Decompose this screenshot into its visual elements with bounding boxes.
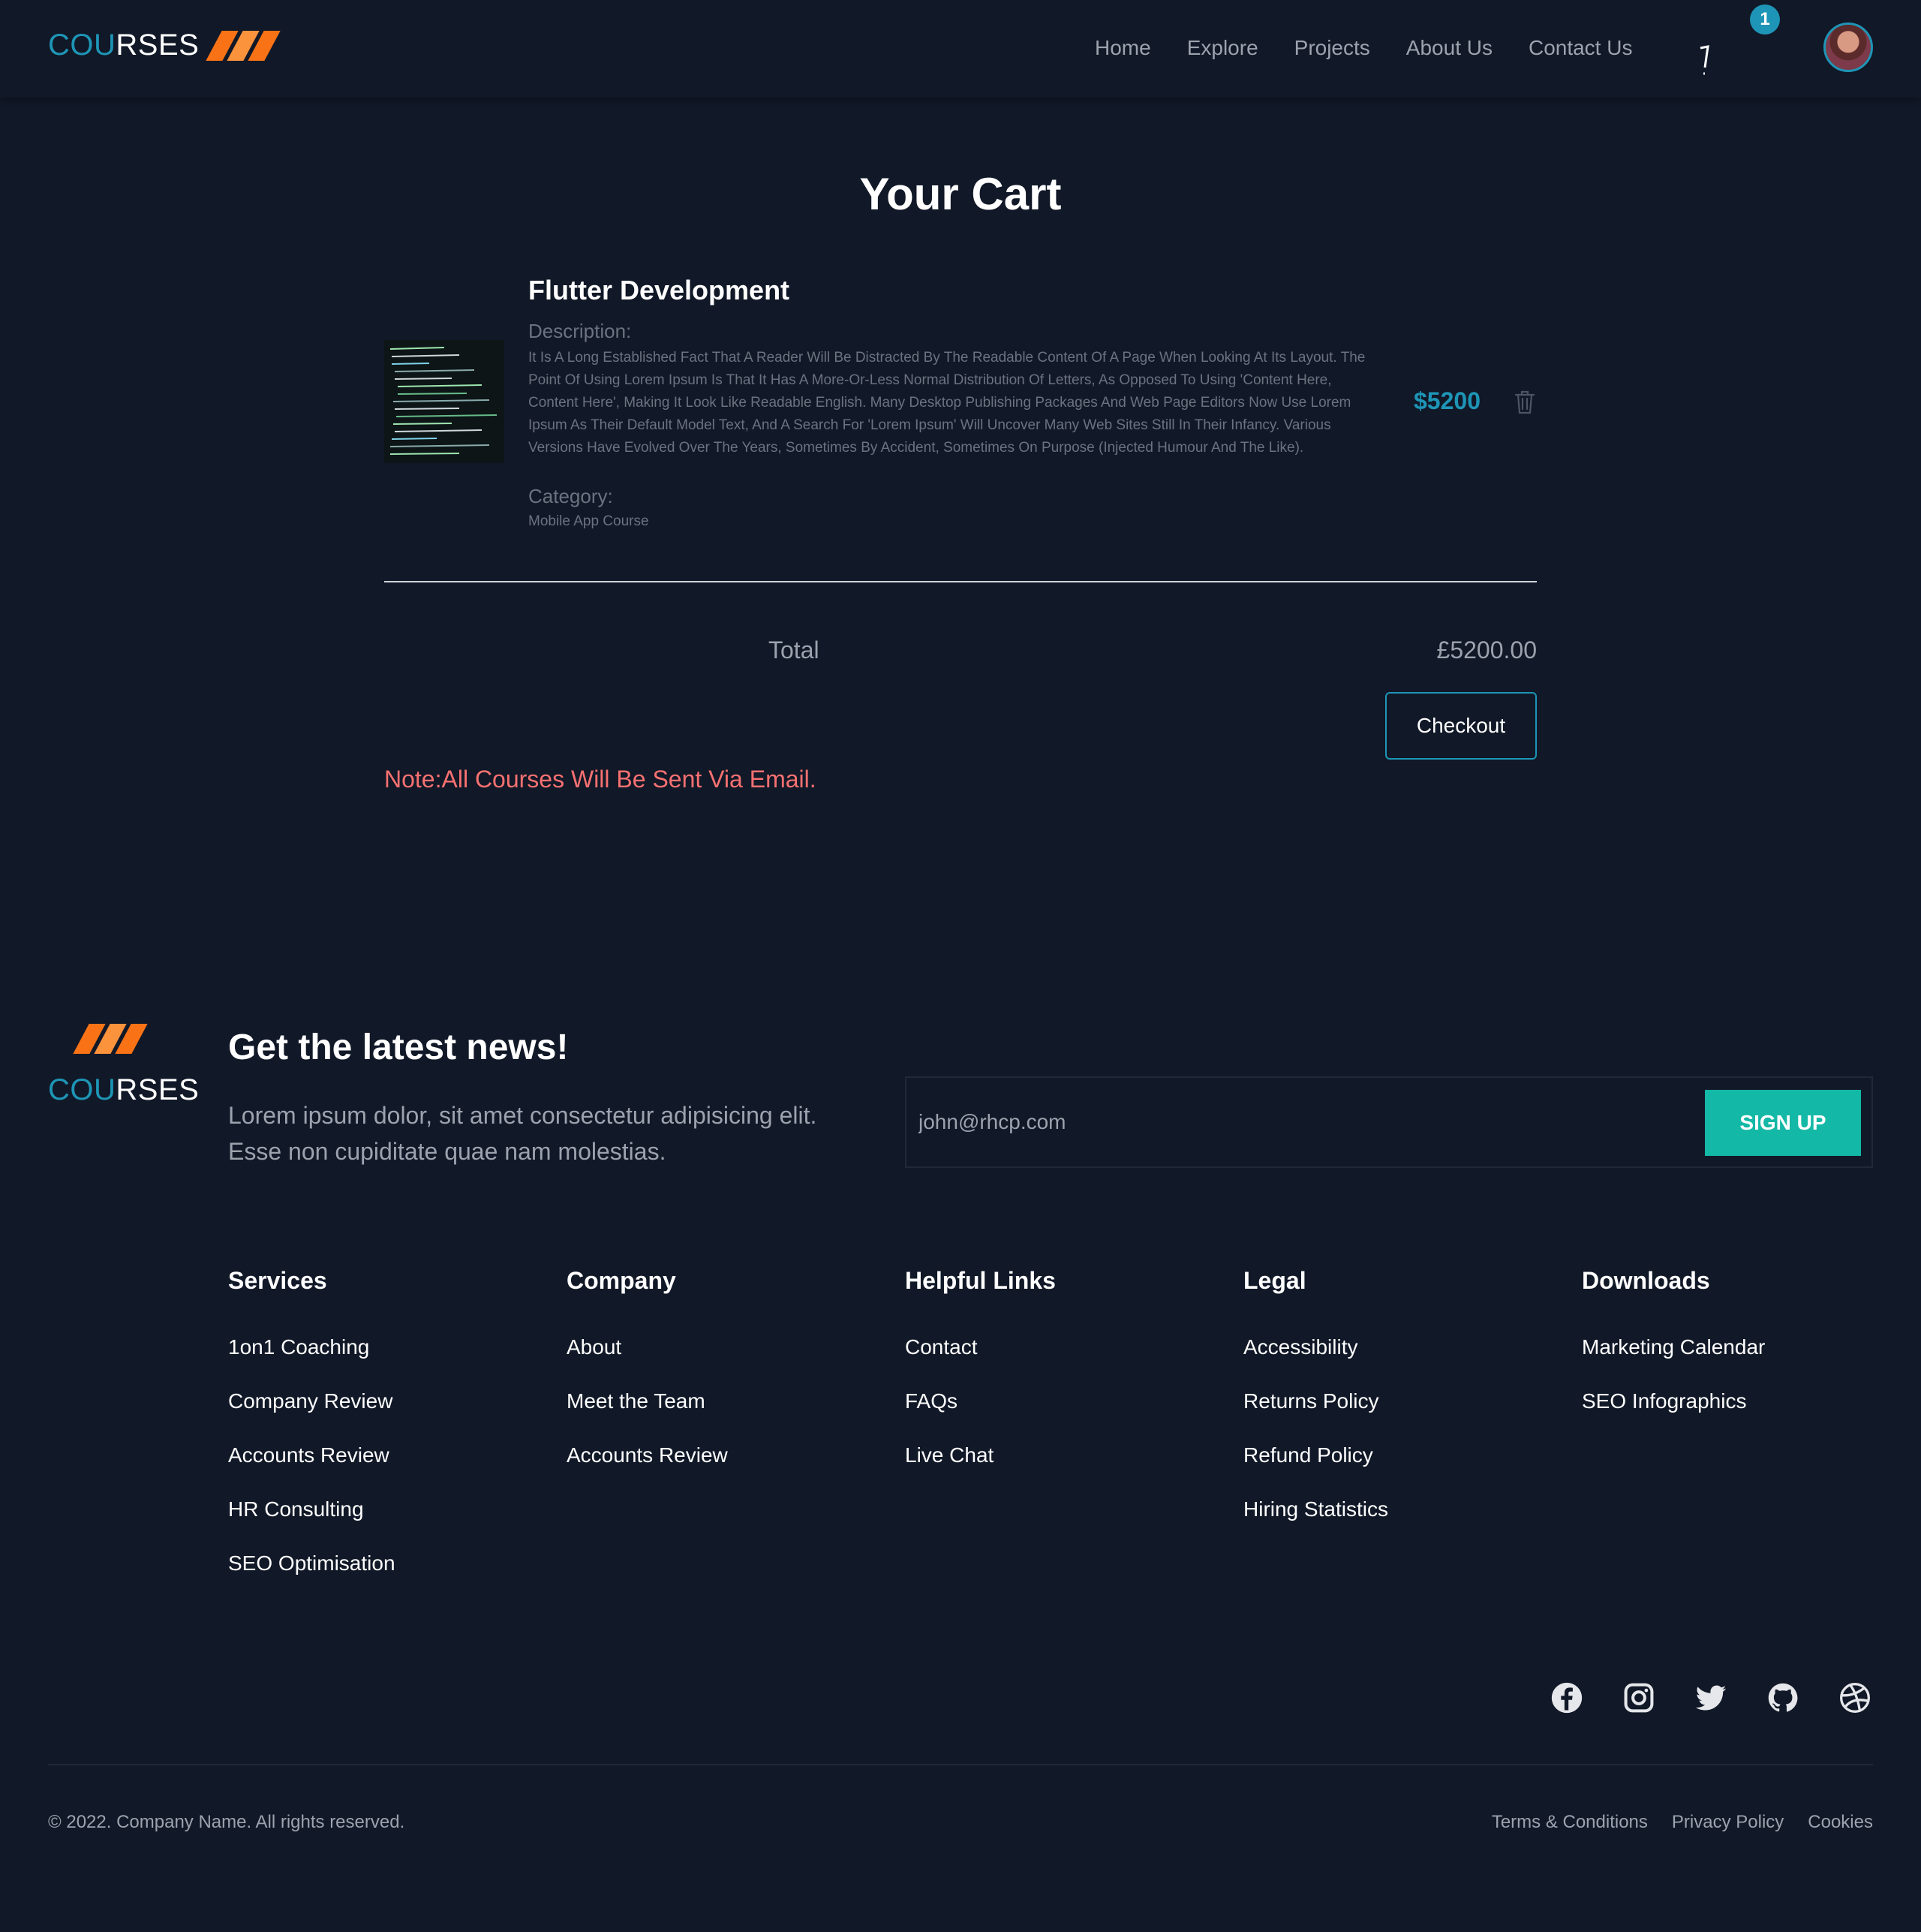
course-title: Flutter Development bbox=[528, 275, 790, 305]
course-price: $5200 bbox=[1414, 387, 1481, 414]
footer-link[interactable]: Contact bbox=[905, 1335, 1056, 1359]
footer-link[interactable]: About bbox=[567, 1335, 728, 1359]
total-label: Total bbox=[768, 636, 819, 664]
nav-link-projects[interactable]: Projects bbox=[1294, 36, 1370, 60]
cart-divider bbox=[384, 581, 1537, 582]
cookies-link[interactable]: Cookies bbox=[1808, 1812, 1873, 1833]
cart-count-badge: 1 bbox=[1750, 5, 1780, 35]
copyright: © 2022. Company Name. All rights reserve… bbox=[48, 1812, 405, 1832]
trash-icon[interactable] bbox=[1514, 390, 1535, 414]
course-description: It Is A Long Established Fact That A Rea… bbox=[528, 350, 1366, 456]
footer-link[interactable]: Company Review bbox=[228, 1389, 395, 1413]
footer-divider bbox=[48, 1764, 1873, 1765]
avatar[interactable] bbox=[1823, 23, 1873, 72]
course-thumbnail bbox=[384, 340, 504, 463]
footer-link[interactable]: 1on1 Coaching bbox=[228, 1335, 395, 1359]
category-label: Category: bbox=[528, 485, 613, 507]
twitter-icon[interactable] bbox=[1694, 1681, 1727, 1714]
footer-column-legal: Legal Accessibility Returns Policy Refun… bbox=[1243, 1267, 1388, 1551]
footer-column-title: Company bbox=[567, 1267, 676, 1294]
footer-column-title: Helpful Links bbox=[905, 1267, 1056, 1294]
footer-column-title: Services bbox=[228, 1267, 327, 1294]
footer-link[interactable]: Meet the Team bbox=[567, 1389, 728, 1413]
total-value: £5200.00 bbox=[1436, 636, 1537, 664]
nav-link-home[interactable]: Home bbox=[1095, 36, 1151, 60]
nav-link-contact-us[interactable]: Contact Us bbox=[1529, 36, 1633, 60]
dribbble-icon[interactable] bbox=[1838, 1681, 1871, 1714]
footer-link[interactable]: Accounts Review bbox=[228, 1443, 395, 1467]
github-icon[interactable] bbox=[1766, 1681, 1799, 1714]
page-title: Your Cart bbox=[859, 169, 1062, 219]
footer-link[interactable]: Hiring Statistics bbox=[1243, 1497, 1388, 1521]
logo[interactable]: COURSES bbox=[48, 29, 281, 62]
description-label: Description: bbox=[528, 320, 632, 342]
footer-column-downloads: Downloads Marketing Calendar SEO Infogra… bbox=[1582, 1267, 1765, 1443]
instagram-icon[interactable] bbox=[1622, 1681, 1655, 1714]
logo-stripes-icon bbox=[73, 1024, 199, 1054]
footer-column-title: Legal bbox=[1243, 1267, 1306, 1294]
footer-link[interactable]: HR Consulting bbox=[228, 1497, 395, 1521]
nav-link-explore[interactable]: Explore bbox=[1187, 36, 1258, 60]
footer-link[interactable]: Marketing Calendar bbox=[1582, 1335, 1765, 1359]
navbar: COURSES Home Explore Projects About Us C… bbox=[0, 0, 1921, 98]
checkout-button[interactable]: Checkout bbox=[1385, 692, 1537, 760]
footer-column-helpful-links: Helpful Links Contact FAQs Live Chat bbox=[905, 1267, 1056, 1497]
social-links bbox=[1550, 1681, 1871, 1714]
legal-links: Terms & Conditions Privacy Policy Cookie… bbox=[1468, 1812, 1873, 1833]
footer-link[interactable]: SEO Optimisation bbox=[228, 1551, 395, 1575]
logo-text: COURSES bbox=[48, 29, 200, 62]
facebook-icon[interactable] bbox=[1550, 1681, 1583, 1714]
footer-link[interactable]: Returns Policy bbox=[1243, 1389, 1388, 1413]
newsletter-form: Sign up bbox=[905, 1076, 1873, 1168]
email-field[interactable] bbox=[918, 1096, 1699, 1148]
footer-link[interactable]: Live Chat bbox=[905, 1443, 1056, 1467]
footer-column-company: Company About Meet the Team Accounts Rev… bbox=[567, 1267, 728, 1497]
email-note: Note:All Courses Will Be Sent Via Email. bbox=[384, 766, 816, 793]
footer-link[interactable]: Refund Policy bbox=[1243, 1443, 1388, 1467]
footer-link[interactable]: Accessibility bbox=[1243, 1335, 1388, 1359]
footer-logo-text: COURSES bbox=[48, 1073, 200, 1106]
signup-button[interactable]: Sign up bbox=[1705, 1090, 1861, 1156]
privacy-link[interactable]: Privacy Policy bbox=[1672, 1812, 1784, 1833]
footer-column-title: Downloads bbox=[1582, 1267, 1710, 1294]
newsletter-title: Get the latest news! bbox=[228, 1028, 569, 1067]
footer-link[interactable]: FAQs bbox=[905, 1389, 1056, 1413]
footer-logo[interactable]: COURSES bbox=[48, 1024, 199, 1107]
course-category: Mobile App Course bbox=[528, 513, 649, 529]
main-nav: Home Explore Projects About Us Contact U… bbox=[1095, 36, 1668, 60]
newsletter-text: Lorem ipsum dolor, sit amet consectetur … bbox=[228, 1102, 817, 1165]
cart-icon[interactable] bbox=[1697, 44, 1712, 77]
footer-column-services: Services 1on1 Coaching Company Review Ac… bbox=[228, 1267, 395, 1605]
logo-stripes-icon bbox=[206, 30, 281, 61]
nav-link-about-us[interactable]: About Us bbox=[1406, 36, 1493, 60]
footer-link[interactable]: Accounts Review bbox=[567, 1443, 728, 1467]
terms-link[interactable]: Terms & Conditions bbox=[1492, 1812, 1648, 1833]
footer-link[interactable]: SEO Infographics bbox=[1582, 1389, 1765, 1413]
